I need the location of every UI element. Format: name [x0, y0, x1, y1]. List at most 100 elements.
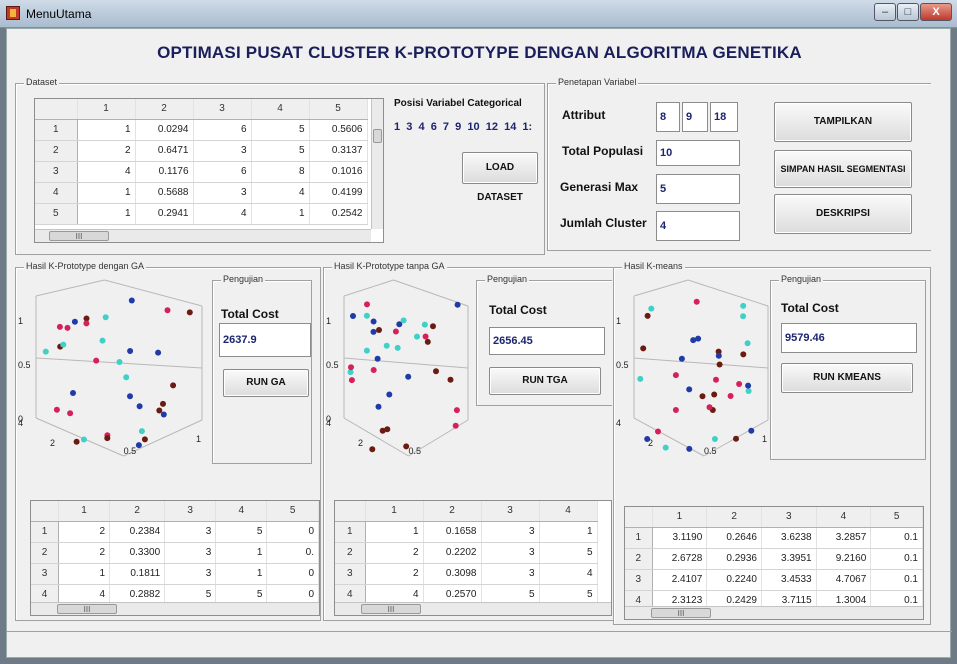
run-kmeans-button[interactable]: RUN KMEANS: [781, 363, 913, 393]
scatter-3d-plot-kmeans[interactable]: 10.50.5142: [616, 276, 776, 476]
data-point: [71, 318, 78, 325]
attribut-field-3[interactable]: 18: [710, 102, 738, 132]
table-row: 3 4 0.1176 6 8 0.1016: [35, 161, 368, 183]
data-point: [348, 364, 354, 371]
attribut-label: Attribut: [562, 108, 606, 122]
data-point: [123, 374, 130, 381]
data-point: [693, 298, 700, 305]
data-point: [740, 313, 747, 320]
col-header: 1: [77, 99, 136, 120]
z-tick-label: 1: [18, 316, 23, 326]
scroll-thumb[interactable]: III: [361, 604, 421, 614]
pengujian-group: Pengujian Total Cost 2637.9 RUN GA: [212, 274, 312, 464]
result-hscrollbar[interactable]: III: [625, 606, 923, 619]
result-table[interactable]: 1 2 3 4 5 1 3.1190 0.2646 3.6238 3.2857 0.1 2 2.6728…: [624, 506, 924, 620]
total-populasi-field[interactable]: 10: [656, 140, 740, 166]
jumlah-cluster-label: Jumlah Cluster: [560, 216, 647, 230]
data-point: [350, 313, 356, 319]
scatter-3d-plot-ga[interactable]: 10.500.5142: [18, 276, 210, 476]
col-header: 4: [251, 99, 310, 120]
col-header: 4: [215, 501, 268, 522]
total-cost-field[interactable]: 2637.9: [219, 323, 311, 357]
scatter-3d-plot-tga[interactable]: 10.500.542: [326, 276, 476, 476]
dataset-group-label: Dataset: [24, 77, 60, 87]
result-hscrollbar[interactable]: III: [335, 602, 611, 615]
table-row: 4 1 0.5688 3 4 0.4199: [35, 182, 368, 204]
dataset-table[interactable]: 1 2 3 4 5 1 1 0.0294 6 5 0.5606 2 2 0.6471 3 5 0.3…: [34, 98, 384, 243]
tampilkan-button[interactable]: TAMPILKAN: [774, 102, 912, 142]
generasi-max-field[interactable]: 5: [656, 174, 740, 204]
data-point: [374, 355, 381, 362]
data-point: [104, 435, 111, 442]
col-header: 5: [266, 501, 319, 522]
data-point: [83, 320, 90, 327]
z-tick-label: 0.5: [616, 360, 629, 370]
simpan-hasil-button[interactable]: SIMPAN HASIL SEGMENTASI: [774, 150, 912, 188]
col-header: 3: [481, 501, 540, 522]
maximize-button[interactable]: □: [897, 3, 919, 21]
data-point: [56, 323, 63, 330]
table-row: 2 2.6728 0.2936 3.3951 9.2160 0.1: [625, 548, 923, 570]
data-point: [60, 341, 67, 348]
run-ga-button[interactable]: RUN GA: [223, 369, 309, 397]
data-point: [727, 393, 734, 399]
y-tick-label: 2: [50, 438, 55, 448]
data-point: [99, 337, 106, 344]
minimize-button[interactable]: –: [874, 3, 896, 21]
table-row: 3 2 0.3098 3 4: [335, 563, 598, 585]
total-cost-field[interactable]: 9579.46: [781, 323, 917, 353]
deskripsi-button[interactable]: DESKRIPSI: [774, 194, 912, 234]
data-point: [430, 323, 436, 330]
scroll-thumb[interactable]: III: [57, 604, 117, 614]
result-table[interactable]: 1 2 3 4 1 1 0.1658 3 1 2 2 0.2202 3 5 3 2 0.3098 3 4 4 4 0.25…: [334, 500, 612, 616]
table-row: 1 2 0.2384 3 5 0: [31, 521, 319, 543]
data-point: [116, 359, 123, 365]
data-point: [740, 302, 747, 309]
attribut-field-2[interactable]: 9: [682, 102, 708, 132]
data-point: [421, 321, 428, 328]
data-point: [164, 307, 171, 314]
data-point: [102, 314, 109, 321]
scroll-thumb[interactable]: [373, 129, 382, 143]
col-header: 5: [309, 99, 368, 120]
col-header: 2: [135, 99, 194, 120]
jumlah-cluster-field[interactable]: 4: [656, 211, 740, 241]
data-point: [138, 428, 145, 435]
dataset-grid: 1 2 3 4 5 1 1 0.0294 6 5 0.5606 2 2 0.6471 3 5 0.3…: [35, 99, 368, 225]
load-dataset-button[interactable]: LOAD DATASET: [462, 152, 538, 203]
x-tick-label: 0.5: [409, 446, 422, 456]
scroll-thumb[interactable]: III: [49, 231, 109, 241]
col-header: 2: [706, 507, 762, 528]
attribut-field-1[interactable]: 8: [656, 102, 680, 132]
data-point: [648, 305, 655, 312]
col-header: 4: [816, 507, 872, 528]
result-table[interactable]: 1 2 3 4 5 1 2 0.2384 3 5 0 2 2 0.3300 3 1 0. 3 1 0.1811 3 1 0 4…: [30, 500, 320, 616]
scroll-thumb[interactable]: III: [651, 608, 711, 618]
col-header: 3: [193, 99, 252, 120]
data-point: [637, 375, 644, 382]
client-area: OPTIMASI PUSAT CLUSTER K-PROTOTYPE DENGA…: [6, 28, 952, 658]
result-grid: 1 2 3 4 5 1 3.1190 0.2646 3.6238 3.2857 0.1 2 2.6728…: [625, 507, 923, 612]
col-header: 3: [761, 507, 817, 528]
dataset-hscrollbar[interactable]: III: [35, 229, 371, 242]
run-tga-button[interactable]: RUN TGA: [489, 367, 601, 395]
data-point: [453, 407, 460, 414]
dataset-vscrollbar[interactable]: [371, 99, 383, 229]
data-point: [64, 324, 71, 331]
data-point: [713, 376, 719, 383]
window-title: MenuUtama: [26, 7, 92, 21]
data-point: [376, 327, 382, 333]
data-point: [364, 301, 370, 308]
data-point: [414, 333, 420, 340]
result-hscrollbar[interactable]: III: [31, 602, 319, 615]
data-point: [53, 406, 60, 413]
data-point: [452, 422, 459, 429]
data-point: [170, 382, 177, 389]
posisi-values: 1 3 4 6 7 9 10 12 14 1:: [394, 121, 533, 133]
total-cost-field[interactable]: 2656.45: [489, 327, 605, 355]
data-point: [400, 317, 407, 324]
data-point: [127, 348, 134, 354]
data-point: [686, 386, 693, 393]
data-point: [370, 328, 377, 335]
close-button[interactable]: X: [920, 3, 952, 21]
